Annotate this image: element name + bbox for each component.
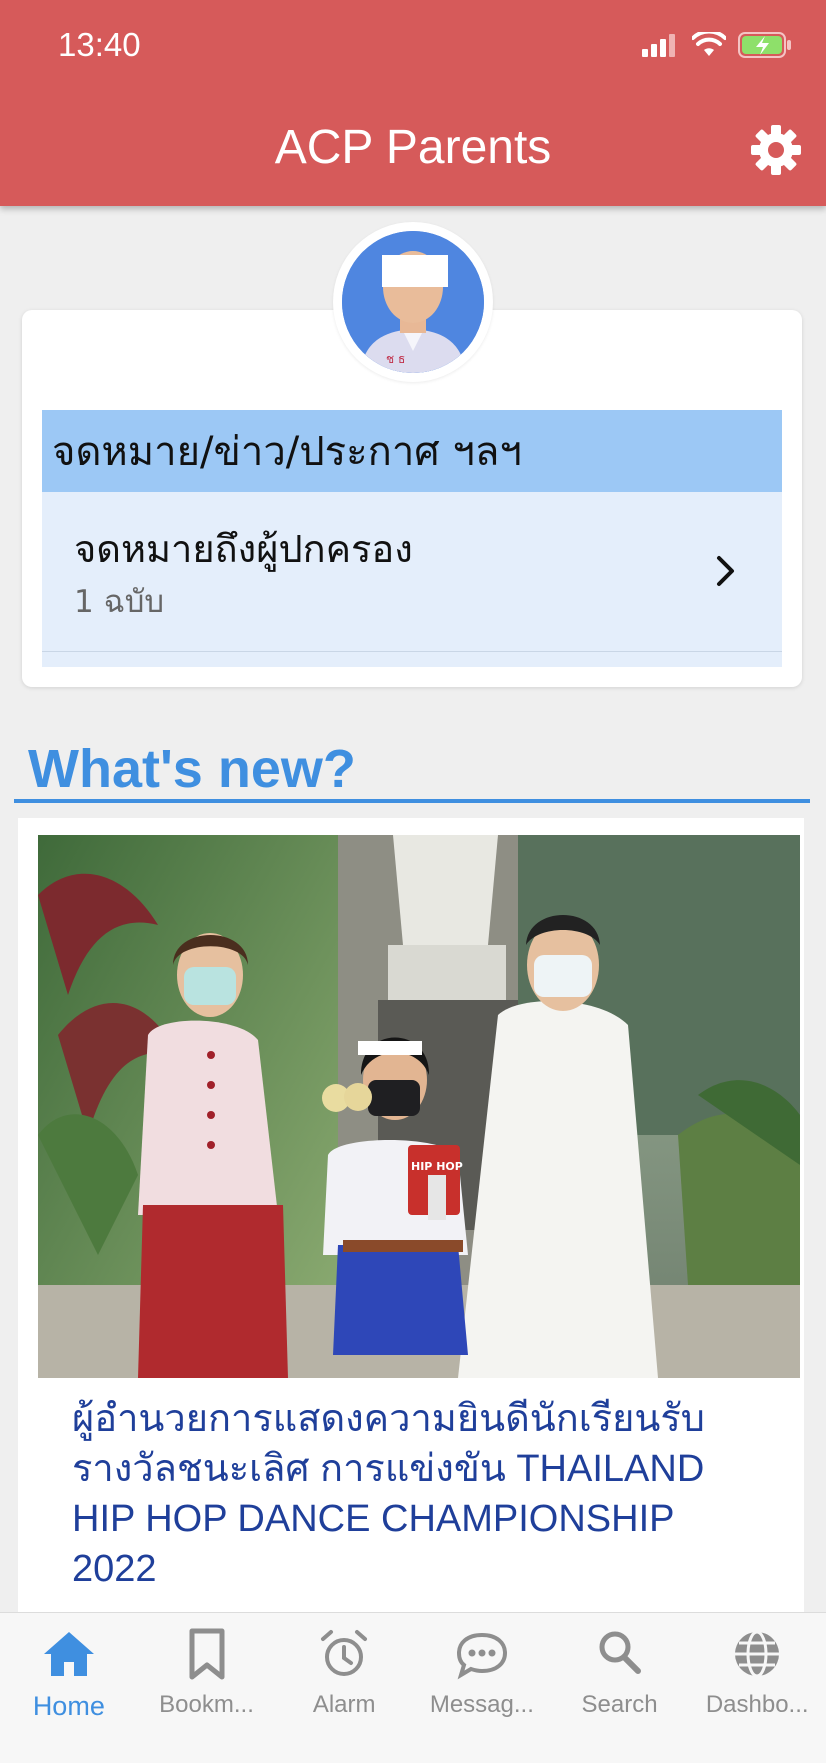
search-icon	[599, 1631, 641, 1674]
app-title: ACP Parents	[274, 121, 552, 174]
nav-item-home[interactable]: Home	[0, 1613, 138, 1763]
svg-text:ช ธ: ช ธ	[386, 352, 405, 366]
signal-icon	[642, 34, 675, 57]
globe-icon	[735, 1630, 780, 1678]
gear-icon	[751, 125, 801, 175]
alarm-icon	[321, 1630, 368, 1676]
nav-item-messages[interactable]: Messag...	[413, 1613, 551, 1763]
nav-label-dashboard: Dashbo...	[705, 1691, 809, 1718]
news-card[interactable]: HIP HOP ผู้อำนวยการแสดงความยินดีนักเรียน…	[18, 818, 804, 1618]
nav-item-dashboard[interactable]: Dashbo...	[688, 1613, 826, 1763]
avatar: ช ธ	[342, 231, 484, 373]
news-photo-illustration: HIP HOP	[38, 835, 800, 1378]
profile-avatar[interactable]: ช ธ	[333, 222, 493, 382]
settings-button[interactable]	[750, 124, 802, 176]
bookmark-icon	[189, 1628, 224, 1680]
whats-new-heading: What's new?	[28, 739, 356, 799]
bottom-nav: Home Bookm... Alarm Messag... Search Das…	[0, 1612, 826, 1763]
status-icons	[640, 32, 792, 58]
notice-item-count: 1 ฉบับ	[74, 584, 165, 620]
app-header: 13:40 ACP Parents	[0, 0, 826, 206]
nav-item-alarm[interactable]: Alarm	[275, 1613, 413, 1763]
nav-item-bookmark[interactable]: Bookm...	[138, 1613, 276, 1763]
student-avatar-icon: ช ธ	[342, 231, 484, 373]
nav-item-search[interactable]: Search	[551, 1613, 689, 1763]
nav-label-messages: Messag...	[429, 1691, 534, 1718]
battery-icon	[738, 32, 791, 58]
nav-label-bookmark: Bookm...	[159, 1691, 254, 1718]
news-image: HIP HOP	[38, 835, 800, 1378]
status-time: 13:40	[58, 26, 141, 63]
wifi-icon	[692, 32, 726, 56]
news-title: ผู้อำนวยการแสดงความยินดีนักเรียนรับรางวั…	[72, 1398, 705, 1590]
nav-label-search: Search	[581, 1691, 658, 1718]
message-icon	[456, 1632, 507, 1680]
chevron-right-icon	[717, 556, 734, 586]
divider	[42, 651, 782, 652]
notice-item-parent-letter[interactable]: จดหมายถึงผู้ปกครอง 1 ฉบับ	[42, 492, 782, 667]
notices-section-title: จดหมาย/ข่าว/ประกาศ ฯลฯ	[42, 410, 782, 492]
notice-item-title: จดหมายถึงผู้ปกครอง	[74, 527, 413, 571]
home-icon	[43, 1632, 94, 1676]
nav-label-home: Home	[32, 1691, 105, 1721]
svg-text:HIP HOP: HIP HOP	[411, 1160, 463, 1173]
nav-label-alarm: Alarm	[312, 1691, 376, 1718]
divider	[14, 799, 810, 803]
